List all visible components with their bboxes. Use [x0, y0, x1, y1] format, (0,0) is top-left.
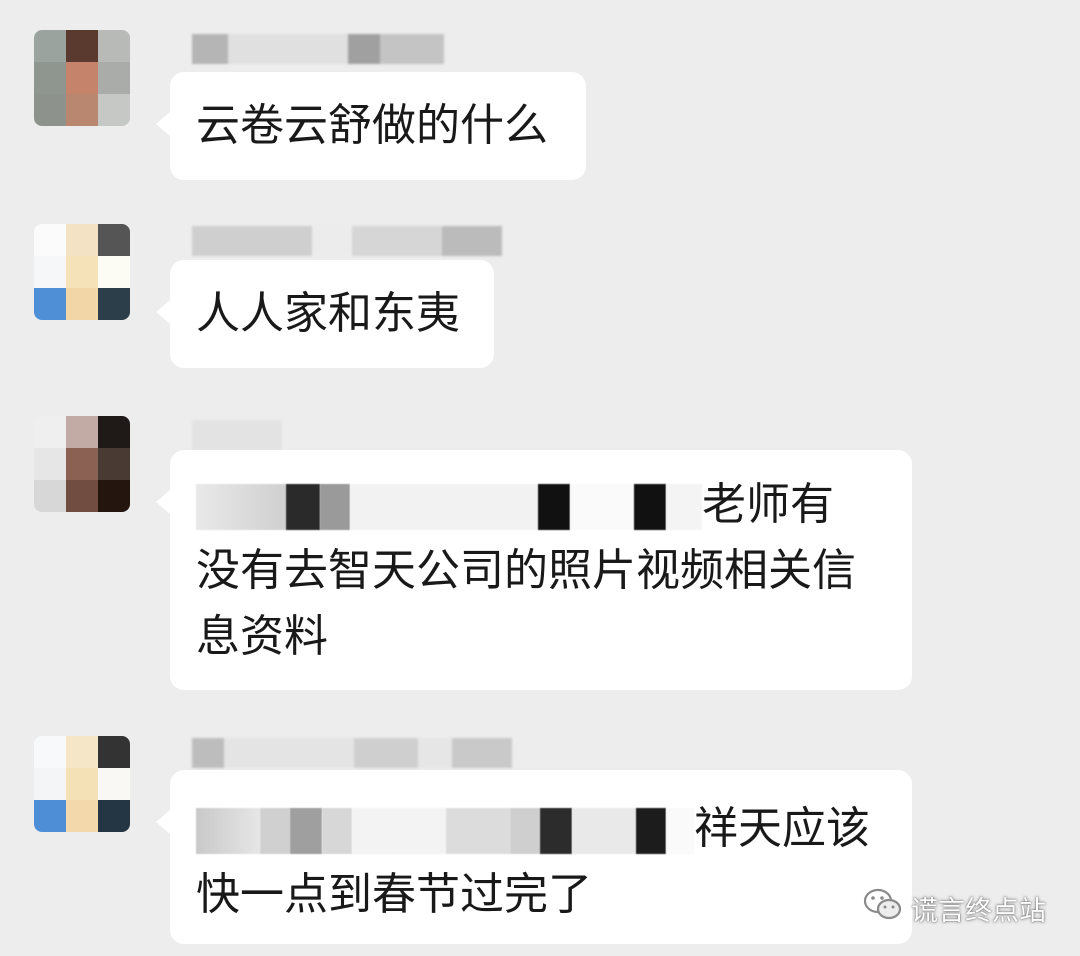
chat-view: 云卷云舒做的什么 人人家和东夷 老师有 没有去智天公司的照片视频相关信 息资料	[0, 0, 1080, 956]
avatar[interactable]	[34, 416, 130, 512]
message-text: 云卷云舒做的什么	[196, 100, 548, 151]
redacted-mosaic	[322, 808, 352, 854]
redacted-mosaic	[446, 808, 510, 854]
message-bubble[interactable]: 老师有 没有去智天公司的照片视频相关信 息资料	[156, 450, 912, 690]
message-bubble[interactable]: 云卷云舒做的什么	[156, 72, 586, 180]
message-bubble[interactable]: 人人家和东夷	[156, 260, 494, 368]
redacted-mosaic	[286, 484, 320, 530]
message-line: 祥天应该	[196, 796, 886, 862]
message-text: 快一点到春节过完了	[196, 869, 592, 920]
redacted-mosaic	[666, 808, 694, 854]
redacted-mosaic	[666, 484, 702, 530]
wechat-logo-icon	[863, 888, 903, 929]
sender-name-redacted	[192, 420, 282, 450]
sender-name-redacted	[192, 34, 444, 64]
watermark: 谎言终点站	[863, 888, 1046, 929]
redacted-mosaic	[570, 484, 634, 530]
sender-name-redacted	[192, 738, 512, 768]
message-text: 老师有	[702, 479, 834, 530]
redacted-mosaic	[636, 808, 666, 854]
redacted-mosaic	[290, 808, 322, 854]
message-bubble[interactable]: 祥天应该 快一点到春节过完了	[156, 770, 912, 944]
redacted-mosaic	[260, 808, 290, 854]
watermark-text: 谎言终点站	[911, 896, 1046, 927]
redacted-mosaic	[572, 808, 636, 854]
sender-name-redacted	[192, 226, 502, 256]
redacted-mosaic	[196, 808, 260, 854]
redacted-mosaic	[538, 484, 570, 530]
avatar[interactable]	[34, 30, 130, 126]
redacted-mosaic	[510, 808, 540, 854]
avatar[interactable]	[34, 224, 130, 320]
avatar[interactable]	[34, 736, 130, 832]
redacted-mosaic	[196, 484, 286, 530]
message-text: 息资料	[196, 611, 328, 662]
redacted-mosaic	[352, 808, 446, 854]
redacted-mosaic	[540, 808, 572, 854]
message-text: 人人家和东夷	[196, 288, 460, 339]
redacted-mosaic	[350, 484, 538, 530]
redacted-mosaic	[634, 484, 666, 530]
message-line: 老师有	[196, 472, 886, 538]
redacted-mosaic	[320, 484, 350, 530]
message-text: 没有去智天公司的照片视频相关信	[196, 545, 856, 596]
message-text: 祥天应该	[694, 803, 870, 854]
